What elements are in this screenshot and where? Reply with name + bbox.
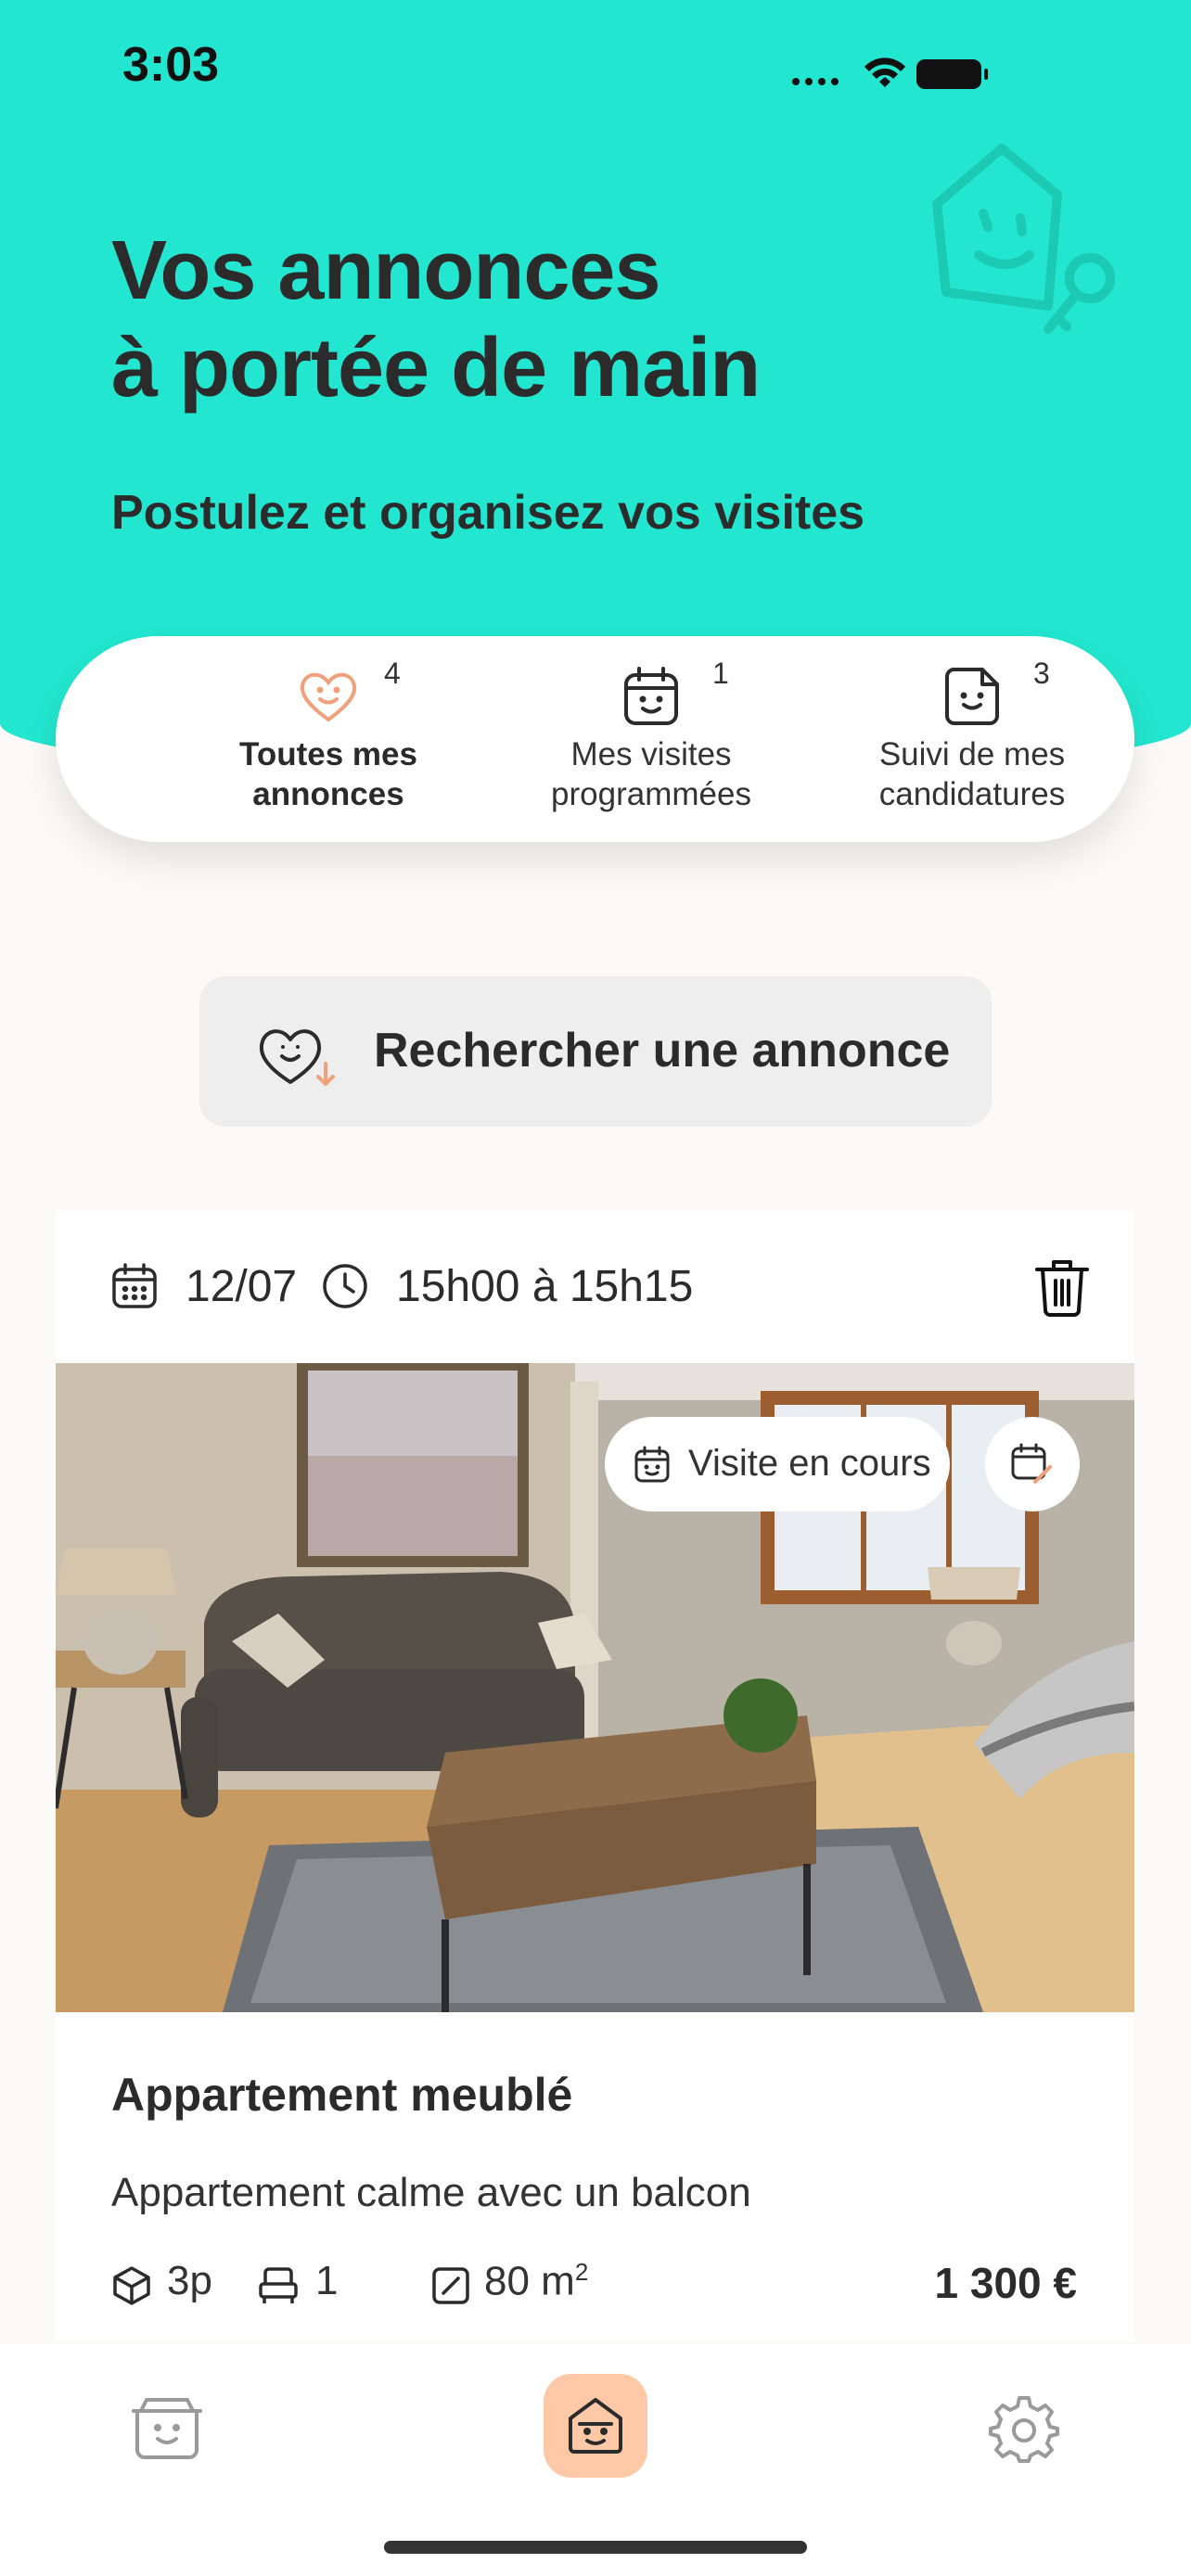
tab-label-line: Mes visites	[570, 736, 732, 772]
tab-label: Suivi de mes candidatures	[814, 734, 1130, 814]
page-title: Vos annonces à portée de main	[111, 223, 761, 417]
home-indicator	[384, 2541, 807, 2554]
tab-label-line: Toutes mes	[239, 736, 417, 772]
calendar-smile-icon	[619, 664, 684, 729]
tab-label: Toutes mes annonces	[171, 734, 486, 814]
rooms-spec: 3p	[111, 2258, 232, 2314]
listing-description: Appartement calme avec un balcon	[111, 2170, 751, 2215]
status-time: 3:03	[122, 38, 220, 92]
tab-scheduled-visits[interactable]: 1 Mes visites programmées	[493, 636, 809, 842]
area-number: 80 m	[484, 2258, 575, 2304]
tab-label: Mes visites programmées	[493, 734, 809, 814]
folder-smile-icon[interactable]	[130, 2392, 204, 2463]
area-spec: 80 m2	[430, 2258, 672, 2314]
area-value: 80 m2	[484, 2258, 588, 2305]
tab-label-line: programmées	[551, 776, 751, 812]
rooms-value: 3p	[167, 2258, 212, 2303]
listing-title: Appartement meublé	[111, 2069, 573, 2121]
title-line-1: Vos annonces	[111, 224, 661, 317]
category-tabs: 4 Toutes mes annonces 1 Mes visites prog…	[56, 636, 1134, 842]
heart-smile-icon	[296, 664, 361, 729]
visit-time-range: 15h00 à 15h15	[396, 1262, 694, 1311]
calendar-icon	[109, 1261, 160, 1311]
cube-icon	[113, 2266, 150, 2305]
bedrooms-spec: 1	[258, 2258, 351, 2314]
visit-status-badge: Visite en cours	[605, 1417, 950, 1511]
tab-count: 4	[384, 657, 401, 690]
tab-count: 3	[1033, 657, 1050, 690]
tab-label-line: candidatures	[878, 776, 1066, 812]
title-line-2: à portée de main	[111, 322, 761, 414]
tab-all-listings[interactable]: 4 Toutes mes annonces	[171, 636, 486, 842]
listing-price: 1 300 €	[934, 2259, 1077, 2307]
edit-visit-button[interactable]	[985, 1417, 1080, 1511]
visit-schedule-header: 12/07 15h00 à 15h15	[56, 1210, 1134, 1363]
house-key-illustration	[918, 139, 1122, 352]
area-unit-superscript: 2	[574, 2258, 589, 2286]
visit-status-label: Visite en cours	[688, 1443, 931, 1484]
home-smile-icon[interactable]	[544, 2374, 647, 2478]
document-smile-icon	[940, 664, 1005, 729]
page-subtitle: Postulez et organisez vos visites	[111, 486, 865, 540]
tab-count: 1	[712, 657, 729, 690]
bed-icon	[259, 2267, 298, 2303]
heart-search-icon	[255, 1015, 339, 1091]
tab-label-line: Suivi de mes	[878, 736, 1066, 772]
status-icons	[787, 56, 1009, 97]
status-bar: 3:03	[0, 0, 1191, 130]
listing-specs: 3p 1 80 m2	[111, 2258, 1076, 2314]
search-button-label: Rechercher une annonce	[374, 1024, 951, 1078]
tab-applications[interactable]: 3 Suivi de mes candidatures	[814, 636, 1130, 842]
area-icon	[432, 2267, 469, 2304]
search-listing-button[interactable]: Rechercher une annonce	[199, 976, 992, 1127]
calendar-smile-icon	[633, 1445, 672, 1484]
clock-icon	[320, 1261, 370, 1311]
bedrooms-value: 1	[315, 2258, 339, 2303]
listing-photo[interactable]: Visite en cours	[56, 1363, 1134, 2012]
settings-gear-icon[interactable]	[989, 2392, 1063, 2463]
calendar-edit-icon	[1009, 1441, 1054, 1486]
listing-card[interactable]: 12/07 15h00 à 15h15 Visite en cours Appa…	[56, 1210, 1134, 2341]
tab-label-line: annonces	[252, 776, 404, 812]
visit-date: 12/07	[186, 1262, 298, 1311]
trash-icon[interactable]	[1033, 1256, 1091, 1318]
